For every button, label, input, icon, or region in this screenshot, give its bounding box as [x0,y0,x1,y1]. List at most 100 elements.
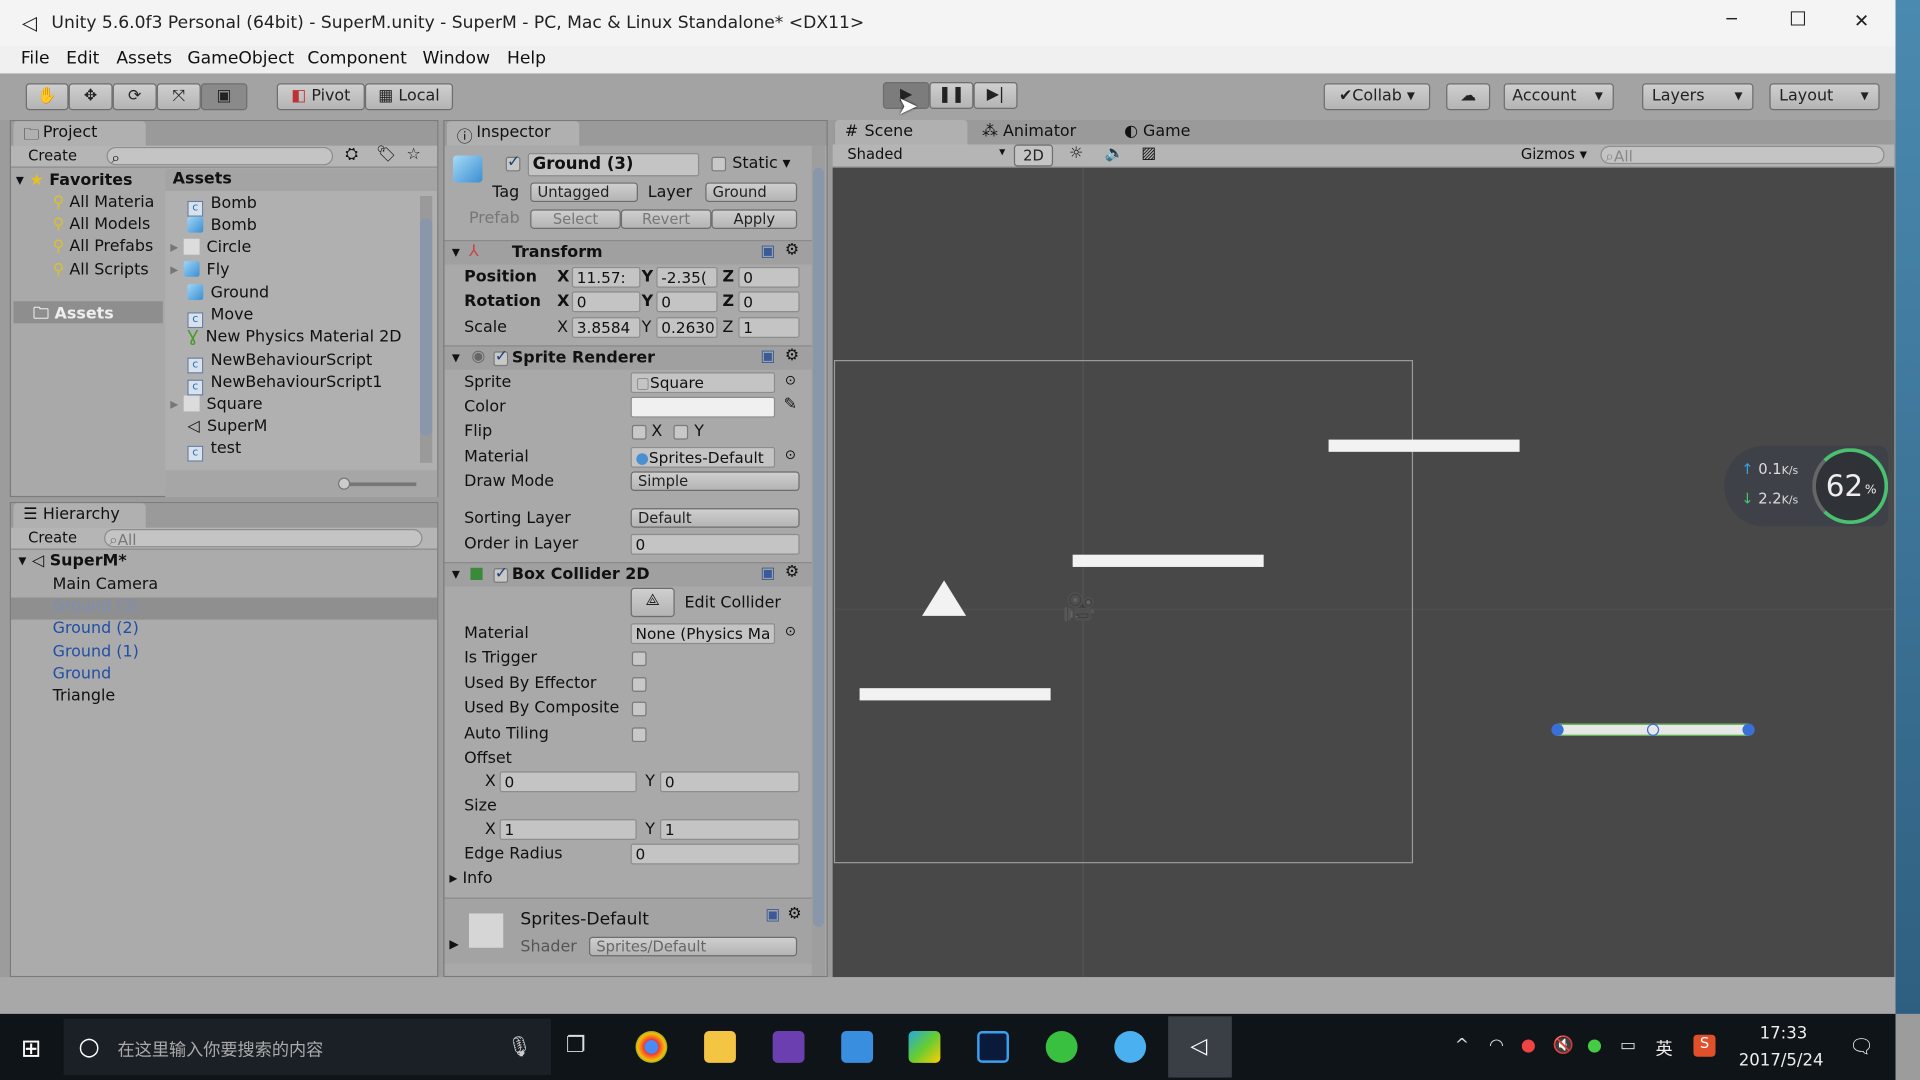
asset-item[interactable]: Bomb [187,216,257,235]
rotation-x-input[interactable]: 0 [571,291,641,313]
volume-muted-icon[interactable]: 🔇 [1553,1036,1574,1056]
menu-assets[interactable]: Assets [116,49,172,69]
menu-window[interactable]: Window [422,49,490,69]
clock-date[interactable]: 2017/5/24 [1739,1051,1824,1071]
offset-y-input[interactable]: 0 [660,771,800,793]
close-button[interactable]: ✕ [1854,10,1869,32]
sorting-layer-dropdown[interactable]: Default [630,508,800,528]
position-y-input[interactable]: -2.35( [656,266,718,288]
effects-toggle-icon[interactable]: ▨ [1141,144,1156,162]
scale-y-input[interactable]: 0.2630 [656,317,718,338]
asset-item[interactable]: Ground [187,284,269,302]
hierarchy-item[interactable]: Triangle [53,687,116,705]
favorite-all-materials[interactable]: ⚲ All Materia [53,193,155,211]
scene-search-input[interactable]: ⌕All [1600,145,1885,165]
wechat-tray-icon[interactable]: ● [1587,1036,1602,1056]
hierarchy-item-selected[interactable]: Ground (3) [11,597,438,620]
box-collider-enabled-checkbox[interactable] [493,564,509,583]
auto-tiling-checkbox[interactable] [631,727,647,743]
photoshop-icon[interactable] [977,1031,1009,1063]
menu-edit[interactable]: Edit [66,49,99,69]
order-in-layer-input[interactable]: 0 [630,533,800,555]
inspector-scrollbar[interactable] [811,145,826,976]
eyedropper-icon[interactable]: ✎ [784,396,797,414]
menu-file[interactable]: File [21,49,50,69]
unity-taskbar-icon[interactable]: ◁ [1168,1016,1232,1078]
gameobject-icon[interactable] [453,155,483,183]
rect-handle[interactable] [1742,723,1755,736]
static-dropdown-icon[interactable]: ▾ [782,154,790,172]
filter-label-icon[interactable]: 🏷 [376,146,396,164]
asset-item[interactable]: c Move [187,306,253,329]
tab-game[interactable]: ◐ Game [1124,122,1190,140]
scene-root[interactable]: ▾ ◁ SuperM* [18,552,126,570]
menu-component[interactable]: Component [307,49,407,69]
scale-x-input[interactable]: 3.8584 [571,317,641,338]
menu-gameobject[interactable]: GameObject [187,49,294,69]
object-picker-icon[interactable]: ⊙ [785,623,796,639]
hierarchy-search-input[interactable]: ⌕All [104,528,423,548]
layer-dropdown[interactable]: Ground [705,182,798,203]
pivot-handle[interactable] [1646,723,1660,736]
tab-animator[interactable]: ⁂ Animator [982,122,1076,140]
hierarchy-item[interactable]: Ground [53,665,112,683]
is-trigger-checkbox[interactable] [631,651,647,667]
gear-icon[interactable]: ⚙ [785,563,799,581]
sprite-renderer-enabled-checkbox[interactable] [493,348,509,367]
scale-z-input[interactable]: 1 [738,317,800,338]
pause-button[interactable]: ❚❚ [929,82,974,109]
asset-item[interactable]: Ɣ New Physics Material 2D [187,328,401,346]
media-player-icon[interactable] [908,1031,941,1063]
size-y-input[interactable]: 1 [660,819,800,841]
triangle-sprite[interactable] [922,580,967,616]
assets-folder-node[interactable]: 🗀 Assets [13,301,163,324]
draw-mode-dropdown[interactable]: Simple [630,471,800,492]
audio-toggle-icon[interactable]: 🔈 [1104,144,1124,162]
tray-overflow-icon[interactable]: ^ [1455,1036,1469,1056]
minimize-button[interactable]: ─ [1727,10,1737,30]
sprite-renderer-header[interactable]: ▾ ◉ Sprite Renderer ▣ ⚙ [444,345,812,370]
cloud-button[interactable]: ☁ [1446,83,1491,111]
hand-tool-button[interactable]: ✋ [25,83,69,111]
help-book-icon[interactable]: ▣ [760,348,775,366]
create-dropdown[interactable]: Create [28,147,77,164]
hierarchy-item[interactable]: Ground (2) [53,620,139,638]
task-view-icon[interactable]: ❐ [566,1032,586,1058]
taskbar-search-box[interactable]: ○ 在这里输入你要搜索的内容 🎙 [63,1018,552,1076]
favorite-all-prefabs[interactable]: ⚲ All Prefabs [53,238,154,256]
file-explorer-icon[interactable] [704,1031,736,1063]
box-collider-header[interactable]: ▾ ■ Box Collider 2D ▣ ⚙ [444,562,812,587]
sogou-input-icon[interactable]: S [1693,1034,1716,1057]
shading-mode-dropdown[interactable]: Shaded [847,146,902,163]
asset-item[interactable]: c NewBehaviourScript [187,351,372,374]
qq-tray-icon[interactable]: ● [1521,1036,1536,1056]
used-by-composite-checkbox[interactable] [631,701,647,717]
visual-studio-icon[interactable] [772,1031,805,1063]
layers-dropdown[interactable]: Layers ▾ [1642,83,1754,111]
hierarchy-item[interactable]: Main Camera [53,576,159,594]
microphone-icon[interactable]: 🎙 [507,1035,532,1058]
prefab-select-button[interactable]: Select [530,209,621,229]
color-swatch[interactable] [630,396,776,418]
rect-handle[interactable] [1551,723,1564,736]
flip-y-checkbox[interactable] [673,424,689,440]
step-button[interactable]: ▶| [973,82,1018,109]
account-dropdown[interactable]: Account ▾ [1503,83,1614,111]
static-checkbox[interactable] [711,156,727,172]
local-button[interactable]: ▦ Local [364,83,454,111]
asset-item[interactable]: ▸ Circle [170,238,251,257]
camera-icon[interactable]: 🎥 [1063,593,1097,624]
ground-platform[interactable] [859,688,1051,701]
favorites-node[interactable]: ▾ ★ Favorites [16,171,133,189]
qq-icon[interactable] [1114,1031,1147,1063]
shader-dropdown[interactable]: Sprites/Default [588,936,798,957]
material-field[interactable]: ●Sprites-Default [630,446,776,468]
rotation-z-input[interactable]: 0 [738,291,800,313]
tab-hierarchy[interactable]: ☰ Hierarchy [13,503,146,528]
favorite-all-models[interactable]: ⚲ All Models [53,216,151,234]
scale-tool-button[interactable]: ⤧ [156,83,201,111]
notification-icon[interactable]: 🗨 [1849,1035,1874,1058]
chrome-icon[interactable] [635,1031,668,1063]
assets-scrollbar[interactable] [420,195,433,463]
prefab-revert-button[interactable]: Revert [620,209,712,229]
